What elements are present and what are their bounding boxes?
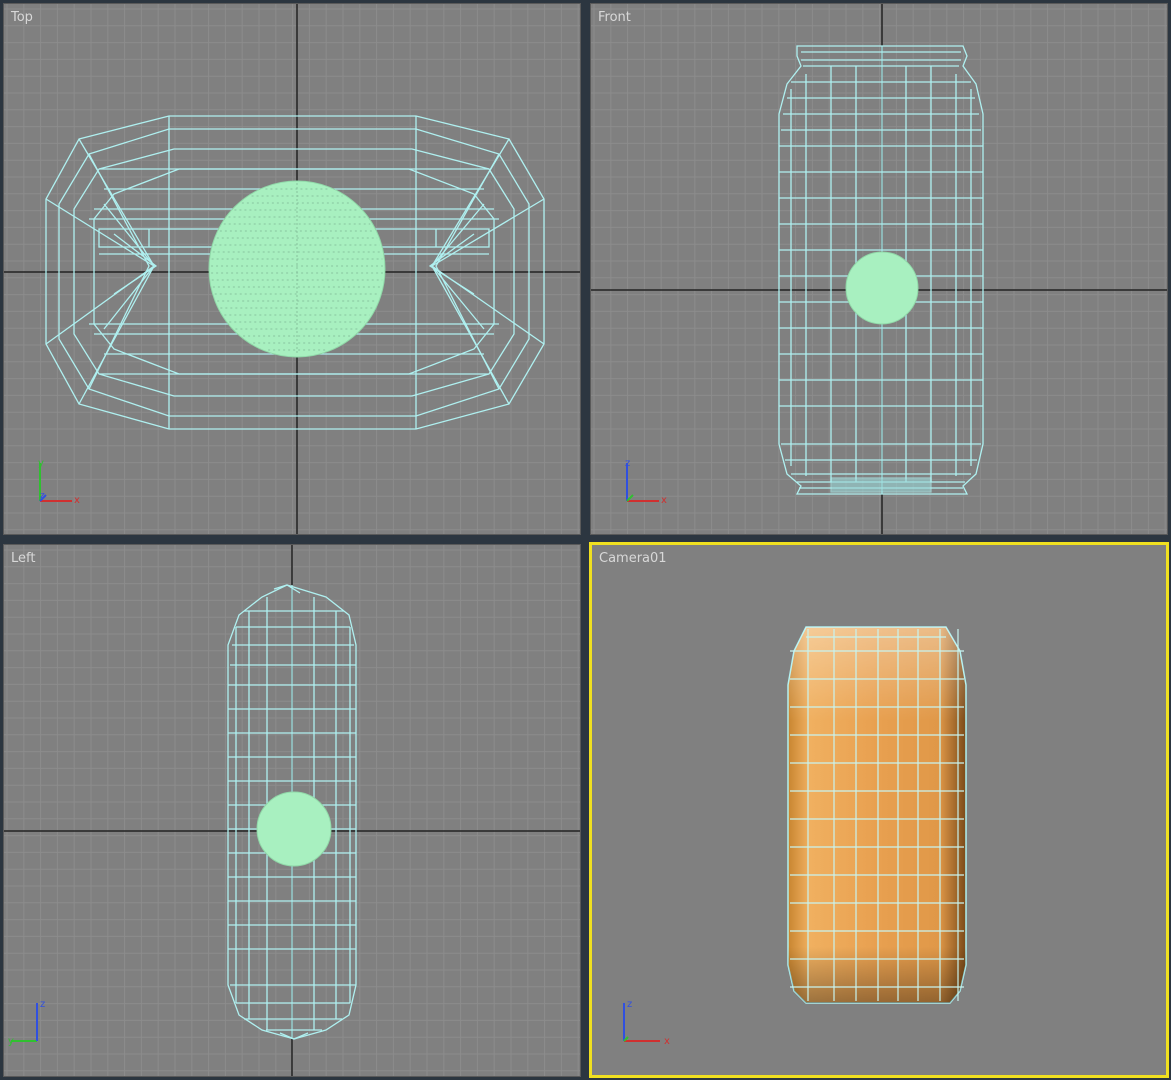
viewport-label-top[interactable]: Top [11,11,33,24]
axis-label-x: x [74,495,80,506]
axis-tripod-icon [39,463,72,502]
viewport-left-canvas: z y [4,545,580,1076]
axis-label-z: z [40,491,45,501]
axis-label-y: y [38,458,44,469]
viewport-left[interactable]: Left z y [3,544,581,1077]
axis-label-y: y [8,1036,14,1047]
viewport-camera[interactable]: Camera01 x z [589,542,1169,1078]
axis-label-x: x [661,495,667,506]
axis-tripod-icon [626,463,659,502]
viewport-label-left[interactable]: Left [11,552,35,565]
axis-label-z: z [625,458,630,469]
gizmo-sphere-front[interactable] [845,251,919,325]
viewport-camera-canvas: x z [623,626,967,1047]
viewport-label-camera[interactable]: Camera01 [599,552,667,565]
viewport-label-front[interactable]: Front [598,11,631,24]
gizmo-sphere-top[interactable] [208,180,386,358]
viewport-front[interactable]: Front x z [590,3,1168,535]
viewport-front-canvas: x z [591,4,1167,534]
viewport-top[interactable]: Top x y z [3,3,581,535]
axis-label-z: z [627,999,632,1010]
shaded-can[interactable] [787,626,967,1004]
viewport-top-canvas: x y z [4,4,580,534]
gizmo-sphere-left[interactable] [256,791,332,867]
axis-label-x: x [664,1036,670,1047]
axis-label-z: z [40,999,45,1010]
